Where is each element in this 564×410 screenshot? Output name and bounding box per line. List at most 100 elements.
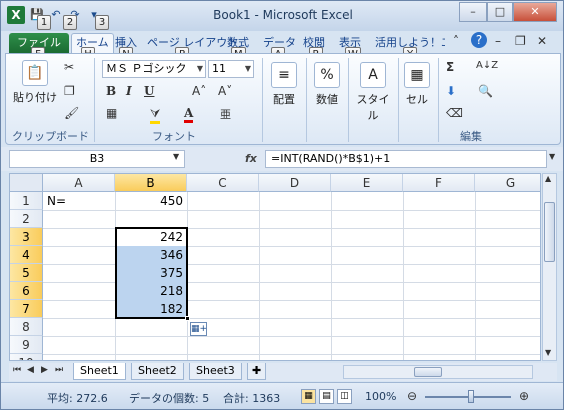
row-header[interactable]: 9 <box>10 336 43 354</box>
shrink-font-button[interactable]: A˅ <box>218 84 232 98</box>
zoom-in-icon[interactable]: ⊕ <box>519 389 529 403</box>
scroll-up-icon[interactable]: ▲ <box>545 174 551 183</box>
row-header[interactable]: 6 <box>10 282 43 300</box>
fill-down-icon[interactable]: ⬇ <box>446 84 456 98</box>
copy-icon[interactable]: ❐ <box>64 84 75 98</box>
sheet-tab-2[interactable]: Sheet2 <box>131 363 184 380</box>
column-header[interactable]: G <box>475 174 540 192</box>
row-header[interactable]: 1 <box>10 192 43 210</box>
workbook-minimize-icon[interactable]: – <box>495 34 501 48</box>
font-color-icon[interactable]: A <box>184 106 194 123</box>
column-header[interactable]: A <box>43 174 115 192</box>
font-size-value: 11 <box>212 62 226 75</box>
next-sheet-icon[interactable]: ▶ <box>41 365 48 375</box>
scroll-down-icon[interactable]: ▼ <box>545 348 551 357</box>
styles-button[interactable]: A スタイル <box>352 62 394 123</box>
scrollbar-thumb[interactable] <box>414 367 442 377</box>
paste-button[interactable]: 📋 貼り付け <box>12 60 58 105</box>
cell-a1[interactable]: N= <box>43 192 115 210</box>
find-select-icon[interactable]: 🔍 <box>478 84 493 98</box>
underline-button[interactable]: U <box>144 84 154 98</box>
normal-view-icon[interactable]: ▦ <box>301 389 316 404</box>
paste-options-icon[interactable]: ▦+ <box>190 322 207 336</box>
scrollbar-thumb[interactable] <box>544 202 555 262</box>
phonetic-guide-icon[interactable]: 亜 <box>220 106 231 122</box>
column-header[interactable]: F <box>403 174 475 192</box>
row-header[interactable]: 3 <box>10 228 43 246</box>
insert-function-button[interactable]: fx <box>245 152 257 165</box>
name-box[interactable]: B3 <box>9 150 185 168</box>
cells-button[interactable]: ▦ セル <box>402 62 432 107</box>
cell-b6[interactable]: 218 <box>115 282 187 300</box>
page-layout-view-icon[interactable]: ▤ <box>319 389 334 404</box>
select-all-button[interactable] <box>10 174 43 192</box>
help-icon[interactable]: ? <box>471 32 487 48</box>
font-name-combo[interactable]: ＭＳ Ｐゴシック ▼ <box>102 60 206 78</box>
maximize-button[interactable]: □ <box>487 2 513 22</box>
autosum-button[interactable]: Σ <box>446 60 454 74</box>
number-button[interactable]: % 数値 <box>310 62 344 107</box>
row-header[interactable]: 2 <box>10 210 43 228</box>
fill-color-icon[interactable]: ⮛ <box>150 106 161 124</box>
bold-button[interactable]: B <box>106 84 116 98</box>
zoom-out-icon[interactable]: ⊖ <box>407 389 417 403</box>
row-header[interactable]: 10 <box>10 354 43 360</box>
formula-bar: B3 ▼ fx =INT(RAND()*B$1)+1 ▼ <box>1 147 563 171</box>
column-header[interactable]: B <box>115 174 187 192</box>
prev-sheet-icon[interactable]: ◀ <box>27 365 34 375</box>
cell-b5[interactable]: 375 <box>115 264 187 282</box>
cut-icon[interactable]: ✂ <box>64 60 74 74</box>
status-count: データの個数: 5 <box>129 392 210 405</box>
column-header[interactable]: D <box>259 174 331 192</box>
excel-window: X 💾 ↶ ↷ ▾ 1 2 3 Book1 - Microsoft Excel … <box>0 0 564 410</box>
cell-b1[interactable]: 450 <box>115 192 187 210</box>
formula-input[interactable]: =INT(RAND()*B$1)+1 <box>265 150 547 168</box>
group-separator <box>262 58 263 142</box>
borders-icon[interactable]: ▦ <box>106 106 117 120</box>
workbook-close-icon[interactable]: ✕ <box>537 34 547 48</box>
font-size-combo[interactable]: 11 ▼ <box>208 60 254 78</box>
row-header[interactable]: 4 <box>10 246 43 264</box>
insert-sheet-icon[interactable]: ✚ <box>247 363 267 380</box>
last-sheet-icon[interactable]: ⏭ <box>55 365 63 375</box>
format-painter-icon[interactable]: 🖌 <box>64 106 79 120</box>
sheet-tab-3[interactable]: Sheet3 <box>189 363 242 380</box>
clear-icon[interactable]: ⌫ <box>446 106 463 120</box>
close-button[interactable]: ✕ <box>513 2 557 22</box>
paste-label: 貼り付け <box>13 91 57 104</box>
cell-b7[interactable]: 182 <box>115 300 187 318</box>
chevron-down-icon: ▼ <box>244 64 251 73</box>
page-break-view-icon[interactable]: ◫ <box>337 389 352 404</box>
zoom-level[interactable]: 100% <box>365 390 396 403</box>
font-group-label: フォント <box>152 130 196 143</box>
ribbon-home: 📋 貼り付け ✂ ❐ 🖌 クリップボード ＭＳ Ｐゴシック ▼ 11 ▼ B I U… <box>5 53 561 145</box>
styles-icon: A <box>360 62 386 88</box>
row-header[interactable]: 7 <box>10 300 43 318</box>
column-header[interactable]: C <box>187 174 259 192</box>
sort-filter-button[interactable]: A↓Z <box>476 60 498 71</box>
chevron-down-icon[interactable]: ▼ <box>173 152 179 161</box>
minimize-button[interactable]: – <box>459 2 487 22</box>
grow-font-button[interactable]: A˄ <box>192 84 206 98</box>
group-separator <box>398 58 399 142</box>
vertical-scrollbar[interactable]: ▲ ▼ <box>542 173 557 361</box>
sheet-tab-1[interactable]: Sheet1 <box>73 363 126 380</box>
cell-b4[interactable]: 346 <box>115 246 187 264</box>
row-header[interactable]: 8 <box>10 318 43 336</box>
alignment-label: 配置 <box>273 93 295 106</box>
worksheet-grid[interactable]: A B C D E F G 1 2 3 4 5 6 7 8 9 10 ▦+ <box>9 173 541 361</box>
zoom-slider-thumb[interactable] <box>468 390 474 403</box>
column-header[interactable]: E <box>331 174 403 192</box>
tab-page-layout[interactable]: ページ レイアウト <box>147 34 238 52</box>
workbook-restore-icon[interactable]: ❐ <box>515 34 526 48</box>
gridline <box>43 336 540 337</box>
percent-icon: % <box>314 62 340 88</box>
alignment-button[interactable]: ≡ 配置 <box>268 62 300 107</box>
italic-button[interactable]: I <box>126 84 132 98</box>
horizontal-scrollbar[interactable] <box>343 365 533 379</box>
first-sheet-icon[interactable]: ⏮ <box>13 365 21 375</box>
cell-b3[interactable]: 242 <box>115 228 187 246</box>
row-header[interactable]: 5 <box>10 264 43 282</box>
minimize-ribbon-icon[interactable]: ˄ <box>453 34 459 48</box>
expand-formula-bar-icon[interactable]: ▼ <box>549 152 555 161</box>
